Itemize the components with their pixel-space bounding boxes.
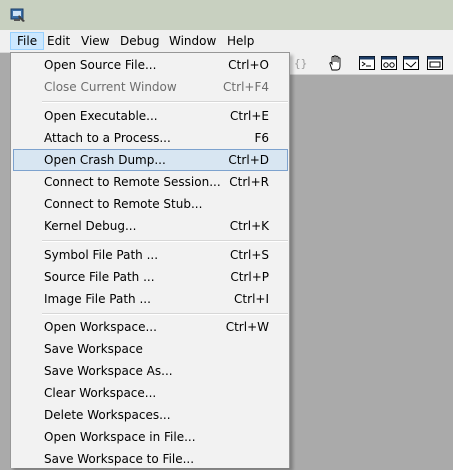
menu-item-label: Open Source File...	[44, 58, 157, 72]
menu-item-label: Symbol File Path ...	[44, 248, 159, 262]
menu-item-shortcut: Ctrl+S	[229, 248, 269, 262]
menu-view[interactable]: View	[75, 32, 115, 50]
menu-item-label: Clear Workspace...	[44, 386, 157, 400]
menu-item-save-workspace-to-file[interactable]: Save Workspace to File...	[13, 448, 288, 470]
menu-item-open-workspace-in-file[interactable]: Open Workspace in File...	[13, 426, 288, 448]
menu-item-label: Open Executable...	[44, 109, 158, 123]
menu-item-label: Kernel Debug...	[44, 219, 137, 233]
menu-edit[interactable]: Edit	[41, 32, 76, 50]
watch-window-icon[interactable]	[380, 54, 398, 72]
menu-item-label: Source File Path ...	[44, 270, 155, 284]
menu-item-save-workspace-as[interactable]: Save Workspace As...	[13, 360, 288, 382]
menu-item-attach-to-process[interactable]: Attach to a Process... F6	[13, 127, 288, 149]
menu-help[interactable]: Help	[221, 32, 260, 50]
title-bar	[0, 0, 453, 30]
menu-item-image-file-path[interactable]: Image File Path ... Ctrl+I	[13, 288, 288, 310]
menu-item-label: Save Workspace As...	[44, 364, 173, 378]
menu-item-shortcut: Ctrl+R	[229, 175, 269, 189]
menu-item-close-current-window[interactable]: Close Current Window Ctrl+F4	[13, 76, 288, 98]
svg-text:{}: {}	[294, 57, 307, 70]
braces-icon[interactable]: {}	[292, 54, 316, 72]
workspace-area	[290, 75, 453, 468]
menu-item-kernel-debug[interactable]: Kernel Debug... Ctrl+K	[13, 215, 288, 237]
menu-item-clear-workspace[interactable]: Clear Workspace...	[13, 382, 288, 404]
menu-item-open-source-file[interactable]: Open Source File... Ctrl+O	[13, 54, 288, 76]
menu-item-symbol-file-path[interactable]: Symbol File Path ... Ctrl+S	[13, 244, 288, 266]
menu-item-shortcut: Ctrl+D	[228, 153, 269, 167]
menu-item-shortcut: Ctrl+K	[229, 219, 269, 233]
menu-item-open-workspace[interactable]: Open Workspace... Ctrl+W	[13, 316, 288, 338]
menu-item-open-crash-dump[interactable]: Open Crash Dump... Ctrl+D	[13, 149, 288, 171]
menu-bar: File Edit View Debug Window Help	[0, 30, 453, 53]
menu-item-label: Close Current Window	[44, 80, 177, 94]
menu-item-connect-remote-session[interactable]: Connect to Remote Session... Ctrl+R	[13, 171, 288, 193]
toolbar: {}	[290, 52, 453, 75]
menu-item-open-executable[interactable]: Open Executable... Ctrl+E	[13, 105, 288, 127]
menu-item-delete-workspaces[interactable]: Delete Workspaces...	[13, 404, 288, 426]
registers-window-icon[interactable]	[426, 54, 444, 72]
file-menu-dropdown: Open Source File... Ctrl+O Close Current…	[10, 52, 290, 468]
menu-item-label: Delete Workspaces...	[44, 408, 171, 422]
menu-item-shortcut: F6	[254, 131, 269, 145]
command-window-icon[interactable]	[358, 54, 376, 72]
menu-item-label: Connect to Remote Stub...	[44, 197, 203, 211]
menu-item-shortcut: Ctrl+E	[230, 109, 269, 123]
menu-window[interactable]: Window	[163, 32, 222, 50]
menu-item-source-file-path[interactable]: Source File Path ... Ctrl+P	[13, 266, 288, 288]
menu-item-label: Attach to a Process...	[44, 131, 171, 145]
menu-item-label: Open Workspace...	[44, 320, 157, 334]
menu-item-shortcut: Ctrl+O	[228, 58, 269, 72]
menu-separator	[42, 101, 288, 103]
menu-item-label: Open Workspace in File...	[44, 430, 196, 444]
menu-file[interactable]: File	[10, 32, 45, 50]
windbg-app-icon[interactable]	[10, 7, 26, 23]
menu-item-shortcut: Ctrl+I	[234, 292, 269, 306]
menu-item-shortcut: Ctrl+W	[225, 320, 269, 334]
menu-item-label: Connect to Remote Session...	[44, 175, 221, 189]
menu-item-shortcut: Ctrl+P	[230, 270, 269, 284]
menu-separator	[42, 240, 288, 242]
menu-item-label: Save Workspace to File...	[44, 452, 195, 466]
menu-item-shortcut: Ctrl+F4	[223, 80, 269, 94]
hand-icon[interactable]	[326, 54, 344, 72]
menu-item-label: Open Crash Dump...	[44, 153, 166, 167]
menu-item-save-workspace[interactable]: Save Workspace	[13, 338, 288, 360]
menu-item-label: Save Workspace	[44, 342, 143, 356]
locals-window-icon[interactable]	[402, 54, 420, 72]
menu-item-connect-remote-stub[interactable]: Connect to Remote Stub...	[13, 193, 288, 215]
menu-debug[interactable]: Debug	[114, 32, 165, 50]
menu-separator	[42, 313, 288, 315]
menu-item-label: Image File Path ...	[44, 292, 151, 306]
